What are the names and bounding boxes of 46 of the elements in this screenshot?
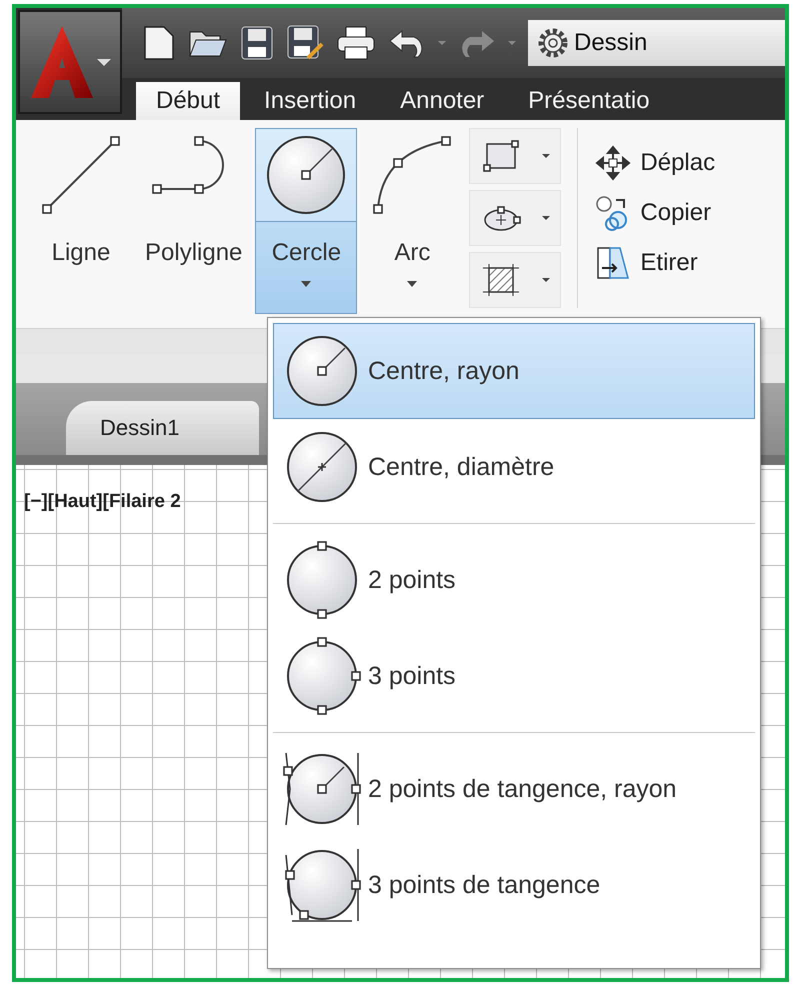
modify-tool-button[interactable]: Copier	[594, 194, 716, 232]
workspace-name: Dessin	[574, 29, 648, 57]
caret-icon	[542, 278, 550, 282]
menu-item[interactable]: 3 points	[273, 628, 755, 724]
caret-icon	[97, 58, 111, 66]
modify-tool-button[interactable]: Etirer	[594, 244, 716, 282]
ribbon-tab[interactable]: Insertion	[244, 82, 376, 120]
caret-icon	[438, 41, 446, 45]
split-tool-button[interactable]	[469, 128, 562, 184]
ribbon-tab[interactable]: Début	[136, 82, 240, 120]
modify-tool-button[interactable]: Déplac	[594, 144, 716, 182]
line-icon	[39, 133, 123, 217]
new-file-button[interactable]	[142, 24, 176, 62]
caret-icon	[542, 216, 550, 220]
viewport-controls[interactable]: [−][Haut][Filaire 2	[24, 491, 181, 512]
caret-icon	[301, 281, 312, 287]
menu-item[interactable]: Centre, rayon	[273, 323, 755, 419]
ribbon-tool-button[interactable]: Ligne	[30, 128, 132, 314]
move-arrows-icon	[594, 144, 632, 182]
print-button[interactable]	[336, 25, 376, 61]
hatch-icon	[480, 262, 521, 298]
menu-item[interactable]: 2 points	[273, 532, 755, 628]
workspace-field[interactable]: Dessin	[528, 20, 785, 66]
ribbon-tab[interactable]: Annoter	[380, 82, 504, 120]
menu-item[interactable]: Centre, diamètre	[273, 419, 755, 515]
caret-icon	[407, 281, 418, 287]
floppy-pencil-icon	[286, 24, 324, 62]
rectangle-icon	[480, 138, 521, 174]
a-logo-icon	[29, 24, 95, 100]
menu-item[interactable]: 2 points de tangence, rayon	[273, 741, 755, 837]
split-tool-button[interactable]	[469, 252, 562, 308]
ribbon-tab[interactable]: Présentatio	[508, 82, 670, 120]
save-button[interactable]	[240, 25, 274, 61]
ribbon-tool-button[interactable]: Polyligne	[136, 128, 252, 314]
save-as-button[interactable]	[286, 24, 324, 62]
printer-icon	[336, 25, 376, 61]
application-menu-button[interactable]	[18, 10, 122, 114]
caret-icon	[508, 41, 516, 45]
ribbon-tool-button[interactable]: Cercle	[255, 128, 358, 314]
gear-icon	[536, 26, 570, 60]
split-tool-button[interactable]	[469, 190, 562, 246]
document-icon	[142, 24, 176, 62]
ribbon-tool-button[interactable]: Arc	[361, 128, 464, 314]
caret-icon	[542, 154, 550, 158]
document-tab[interactable]: Dessin1	[66, 401, 260, 455]
menu-item[interactable]: 3 points de tangence	[273, 837, 755, 933]
